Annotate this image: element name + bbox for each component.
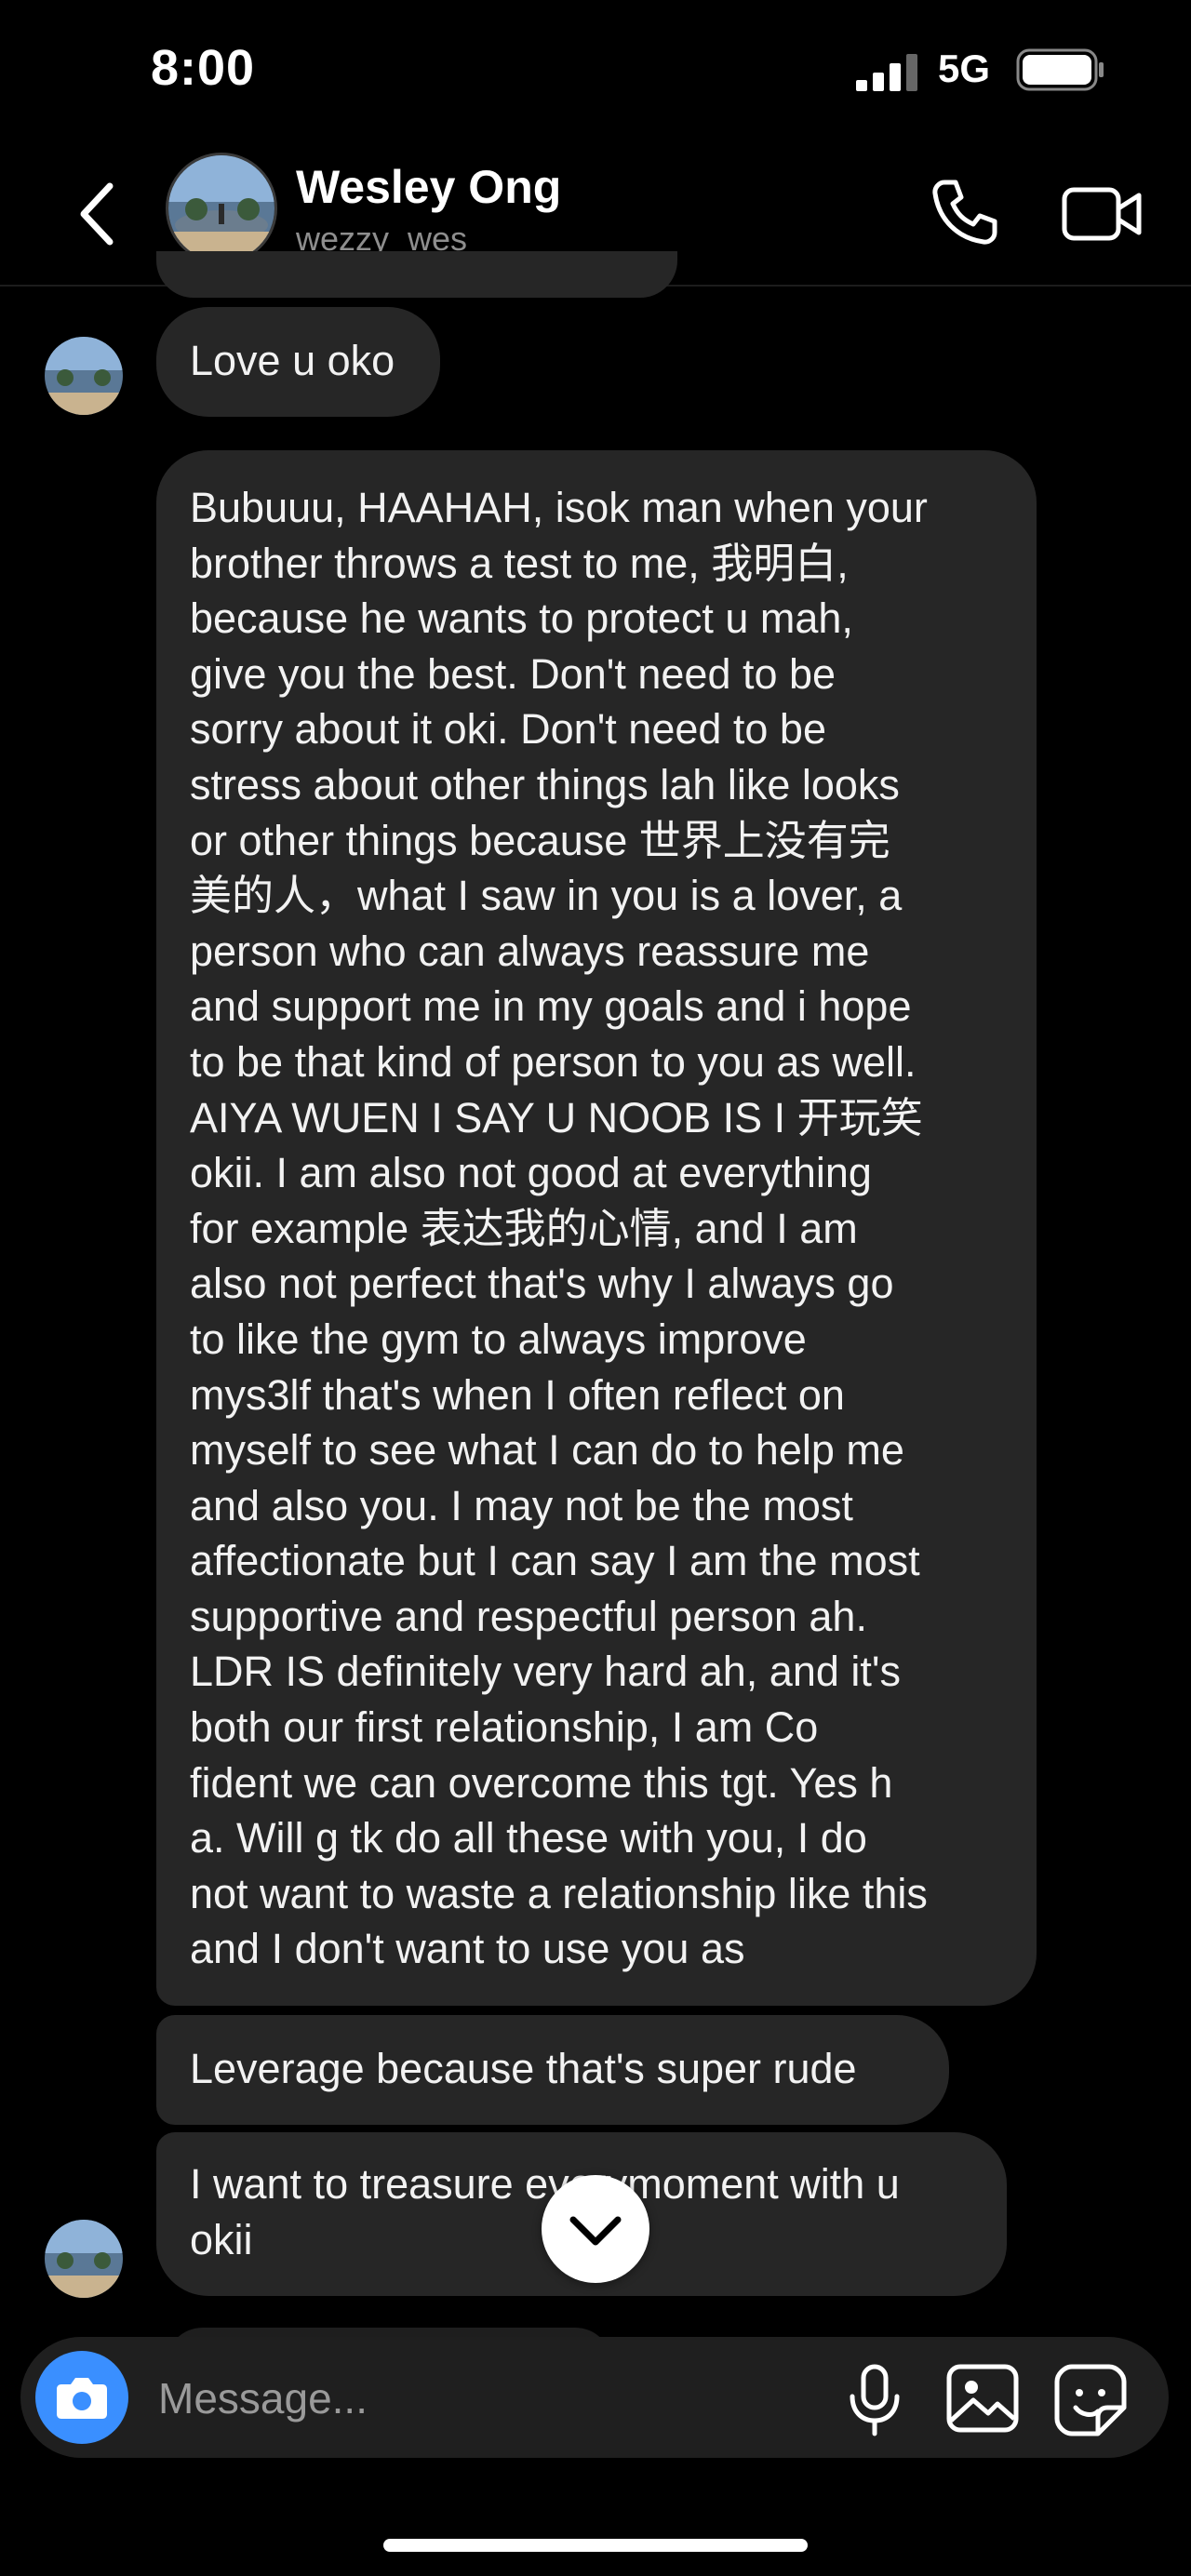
microphone-icon[interactable]	[841, 2363, 908, 2437]
signal-icon	[856, 54, 917, 91]
previous-message-bubble	[156, 251, 677, 298]
status-bar: 8:00 5G	[0, 0, 1191, 140]
video-icon[interactable]	[1061, 177, 1144, 251]
status-time: 8:00	[151, 40, 256, 96]
sender-avatar	[45, 337, 123, 415]
contact-avatar[interactable]	[166, 153, 277, 264]
message-bubble[interactable]: Love u oko	[156, 307, 440, 417]
home-indicator	[383, 2539, 808, 2552]
network-label: 5G	[938, 47, 991, 90]
battery-icon	[1016, 48, 1104, 91]
message-bubble[interactable]: Bubuuu, HAAHAH, isok man when your broth…	[156, 450, 1037, 2006]
chevron-down-icon	[569, 2216, 622, 2246]
scroll-to-bottom-button[interactable]	[542, 2175, 649, 2283]
message-input[interactable]	[156, 2365, 811, 2432]
message-composer	[20, 2337, 1169, 2458]
phone-icon[interactable]	[926, 175, 1000, 249]
camera-icon	[57, 2378, 107, 2419]
back-chevron-icon[interactable]	[74, 177, 121, 251]
message-bubble[interactable]: Leverage because that's super rude	[156, 2015, 949, 2125]
gallery-icon[interactable]	[945, 2363, 1020, 2434]
sticker-icon[interactable]	[1053, 2363, 1128, 2437]
camera-button[interactable]	[35, 2351, 128, 2444]
sender-avatar	[45, 2220, 123, 2298]
contact-name[interactable]: Wesley Ong	[296, 160, 561, 214]
